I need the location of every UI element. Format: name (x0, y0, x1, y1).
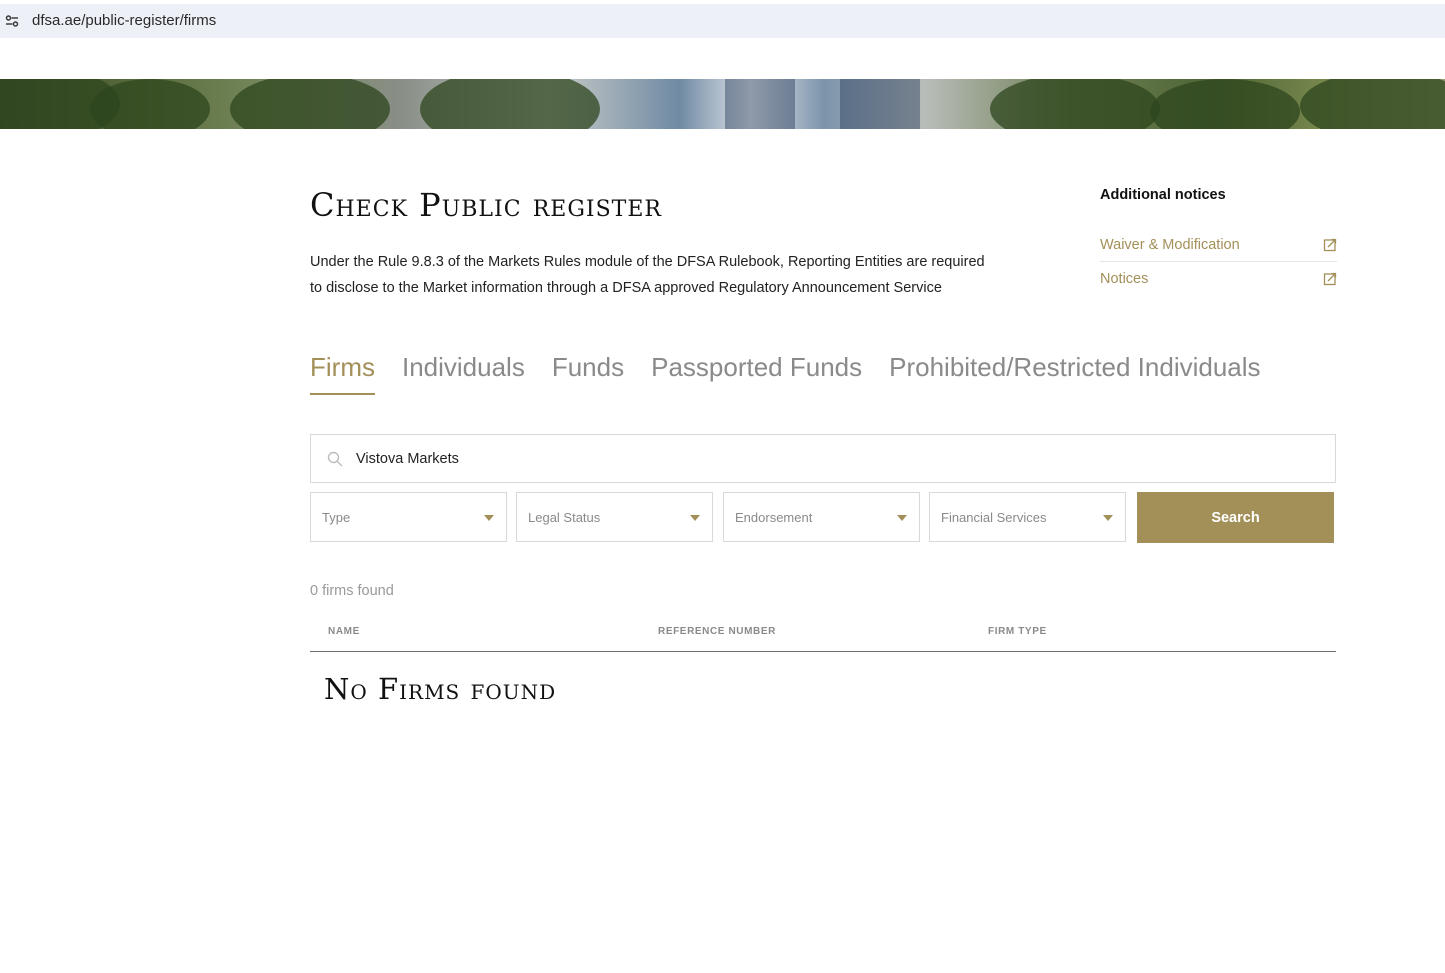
filter-financial-services-dropdown[interactable]: Financial Services (929, 492, 1126, 542)
filter-label: Type (322, 509, 351, 525)
column-header-firm-type[interactable]: FIRM TYPE (988, 626, 1047, 637)
chevron-down-icon (690, 515, 700, 521)
filter-label: Endorsement (735, 509, 813, 525)
chevron-down-icon (897, 515, 907, 521)
results-count: 0 firms found (310, 583, 394, 599)
url-text[interactable]: dfsa.ae/public-register/firms (32, 12, 216, 29)
filter-label: Legal Status (528, 509, 601, 525)
page-title: Check Public register (310, 186, 662, 224)
tab-prohibited-restricted-individuals[interactable]: Prohibited/Restricted Individuals (889, 352, 1260, 395)
chevron-down-icon (484, 515, 494, 521)
filter-label: Financial Services (941, 509, 1047, 525)
register-tabs: Firms Individuals Funds Passported Funds… (310, 352, 1288, 395)
search-button[interactable]: Search (1137, 492, 1334, 543)
tab-firms[interactable]: Firms (310, 352, 375, 395)
filter-endorsement-dropdown[interactable]: Endorsement (723, 492, 920, 542)
search-icon (327, 451, 343, 467)
tab-passported-funds[interactable]: Passported Funds (651, 352, 862, 395)
column-header-reference-number[interactable]: REFERENCE NUMBER (658, 626, 776, 637)
filter-type-dropdown[interactable]: Type (310, 492, 507, 542)
external-link-icon (1323, 238, 1337, 251)
notices-list: Waiver & Modification Notices (1100, 228, 1337, 296)
tab-funds[interactable]: Funds (552, 352, 624, 395)
notice-link-label: Notices (1100, 271, 1149, 287)
search-input[interactable] (356, 435, 1316, 482)
hero-banner-image (0, 79, 1445, 129)
search-box (310, 434, 1336, 483)
results-table-header: NAME REFERENCE NUMBER FIRM TYPE (310, 611, 1336, 652)
column-header-name[interactable]: NAME (328, 626, 360, 637)
intro-text: Under the Rule 9.8.3 of the Markets Rule… (310, 254, 985, 296)
filter-legal-status-dropdown[interactable]: Legal Status (516, 492, 713, 542)
notice-link-label: Waiver & Modification (1100, 236, 1240, 253)
additional-notices: Additional notices Waiver & Modification… (1100, 187, 1337, 296)
notice-link-notices[interactable]: Notices (1100, 262, 1337, 296)
site-info-icon[interactable] (2, 10, 22, 32)
external-link-icon (1323, 272, 1337, 286)
notices-heading: Additional notices (1100, 187, 1226, 203)
notice-link-waiver-modification[interactable]: Waiver & Modification (1100, 228, 1337, 262)
chevron-down-icon (1103, 515, 1113, 521)
no-results-message: No Firms found (324, 672, 557, 706)
browser-address-bar[interactable]: dfsa.ae/public-register/firms (0, 4, 1445, 38)
tab-individuals[interactable]: Individuals (402, 352, 525, 395)
